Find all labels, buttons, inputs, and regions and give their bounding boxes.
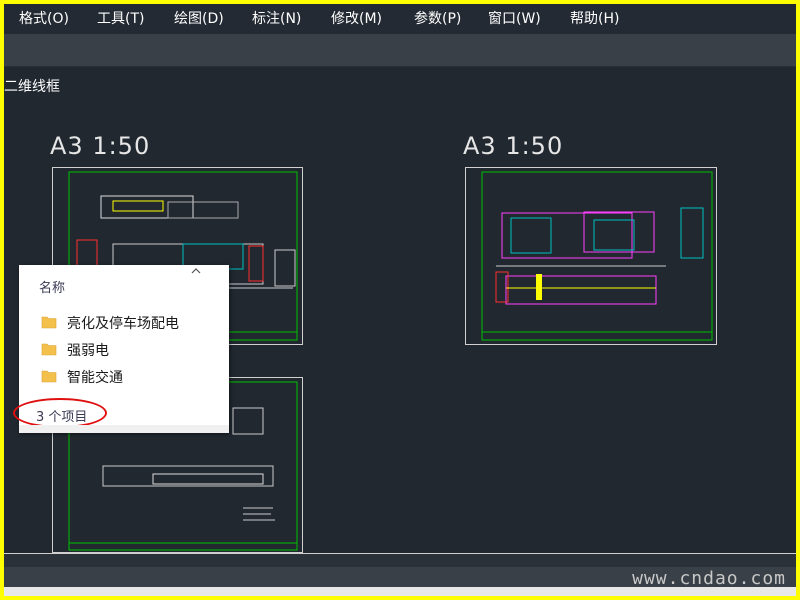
highlight-ellipse xyxy=(13,398,107,428)
sheet-title: A3 1:50 xyxy=(463,132,564,160)
name-column-header[interactable]: 名称 xyxy=(39,277,65,296)
menu-draw[interactable]: 绘图(D) xyxy=(174,10,224,28)
menu-tools[interactable]: 工具(T) xyxy=(97,10,144,28)
watermark: www.cndao.com xyxy=(632,568,786,589)
folder-popup: 名称 亮化及停车场配电 强弱电 智能交通 3 个项目 xyxy=(13,265,229,433)
drawing-thumbnail xyxy=(481,171,713,341)
drawing-sheet[interactable] xyxy=(465,167,717,345)
folder-icon xyxy=(41,343,57,356)
menu-parametric[interactable]: 参数(P) xyxy=(414,10,461,28)
folder-item[interactable]: 亮化及停车场配电 xyxy=(41,312,221,334)
menu-format[interactable]: 格式(O) xyxy=(19,10,69,28)
menu-modify[interactable]: 修改(M) xyxy=(331,10,382,28)
menu-bar: 格式(O) 工具(T) 绘图(D) 标注(N) 修改(M) 参数(P) 窗口(W… xyxy=(4,4,796,34)
folder-name: 强弱电 xyxy=(67,343,109,359)
folder-icon xyxy=(41,316,57,329)
folder-item[interactable]: 强弱电 xyxy=(41,339,221,361)
folder-name: 亮化及停车场配电 xyxy=(67,316,179,332)
menu-window[interactable]: 窗口(W) xyxy=(488,10,541,28)
sheet-title: A3 1:50 xyxy=(50,132,151,160)
chevron-up-icon[interactable] xyxy=(190,265,202,275)
viewport-style-label[interactable]: 二维线框 xyxy=(4,76,60,96)
app-window: 格式(O) 工具(T) 绘图(D) 标注(N) 修改(M) 参数(P) 窗口(W… xyxy=(4,4,796,596)
folder-item[interactable]: 智能交通 xyxy=(41,366,221,388)
folder-name: 智能交通 xyxy=(67,370,123,386)
popup-footer xyxy=(19,425,229,433)
menu-dimension[interactable]: 标注(N) xyxy=(252,10,301,28)
folder-icon xyxy=(41,370,57,383)
ribbon-toolbar xyxy=(4,34,796,67)
layout-tabs-bar xyxy=(4,553,796,567)
menu-help[interactable]: 帮助(H) xyxy=(570,10,619,28)
